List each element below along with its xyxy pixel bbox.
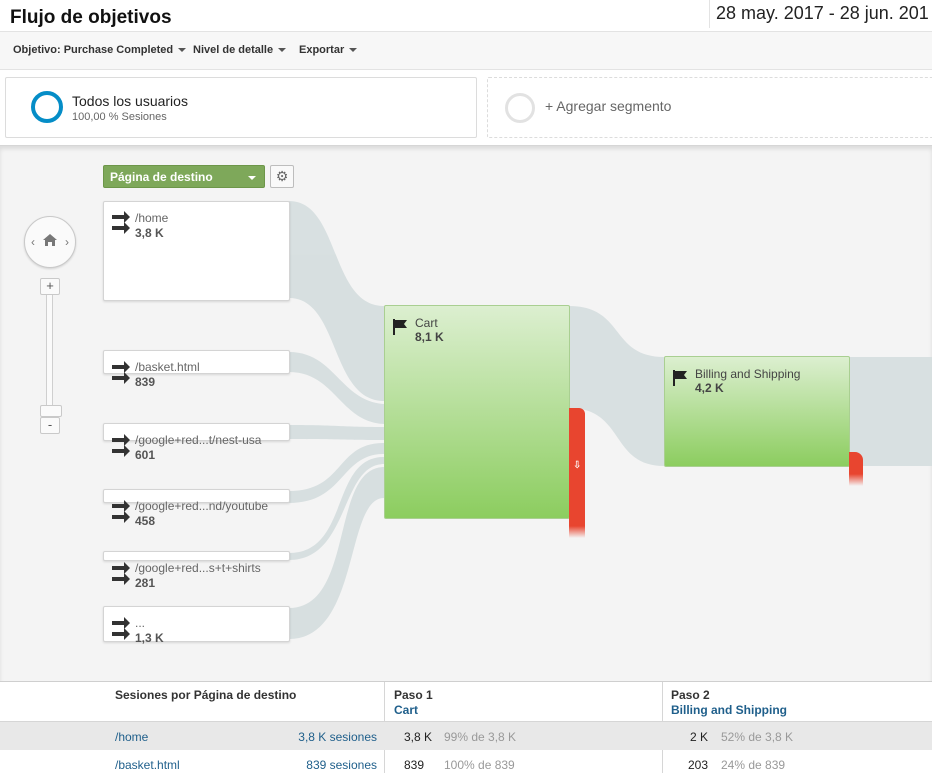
pan-control: ‹ ›: [24, 216, 76, 268]
row-page-link[interactable]: /home: [115, 730, 148, 744]
goal-selector[interactable]: Objetivo: Purchase Completed: [13, 44, 187, 56]
exit-arrow-icon: ⇩: [573, 460, 582, 471]
table-header-dimension: Sesiones por Página de destino: [106, 682, 296, 722]
entrance-arrow-icon: [112, 361, 130, 384]
toolbar: Objetivo: Purchase Completed Nivel de de…: [0, 31, 932, 70]
entrance-arrow-icon: [112, 617, 130, 640]
row-step1-value: 3,8 K: [404, 730, 433, 744]
page-title: Flujo de objetivos: [10, 7, 172, 28]
source-label: /google+red...nd/youtube: [135, 499, 269, 513]
table-header-step1: Paso 1 Cart: [385, 682, 433, 722]
empty-segment-ring-icon: [505, 93, 535, 123]
row-page-link[interactable]: /basket.html: [115, 758, 180, 772]
table-row[interactable]: /home 3,8 K sesiones 3,8 K 99% de 3,8 K …: [0, 721, 932, 750]
header-step-name: Billing and Shipping: [671, 703, 787, 717]
step-node-cart[interactable]: Cart 8,1 K: [384, 305, 570, 519]
chevron-down-icon: [349, 48, 358, 53]
date-range-picker[interactable]: 28 may. 2017 - 28 jun. 201: [709, 0, 932, 28]
table-header-step2: Paso 2 Billing and Shipping: [662, 682, 787, 722]
step-value: 4,2 K: [695, 381, 724, 395]
source-value: 839: [135, 375, 156, 389]
row-step2-pct: 52% de 3,8 K: [721, 730, 794, 744]
source-node[interactable]: /google+red...nd/youtube 458: [103, 489, 290, 528]
dimension-selector[interactable]: Página de destino: [103, 165, 265, 188]
step-label: Cart: [415, 316, 438, 330]
chevron-down-icon: [278, 48, 287, 53]
header-label: Paso 2: [671, 688, 710, 702]
add-segment-label: + Agregar segmento: [545, 98, 672, 114]
flow-link-nest-cart: [289, 425, 384, 440]
row-step2-value: 203: [687, 758, 708, 772]
dimension-label: Página de destino: [110, 170, 213, 184]
zoom-slider-handle[interactable]: [40, 405, 62, 417]
zoom-out-button[interactable]: -: [40, 417, 60, 434]
source-node[interactable]: /basket.html 839: [103, 350, 290, 389]
source-value: 1,3 K: [135, 631, 164, 645]
row-sessions[interactable]: 839 sesiones: [306, 758, 377, 772]
source-label: /basket.html: [135, 360, 200, 374]
goal-selector-label: Objetivo: Purchase Completed: [13, 44, 174, 56]
home-icon[interactable]: [42, 232, 58, 248]
row-sessions[interactable]: 3,8 K sesiones: [298, 730, 377, 744]
source-value: 3,8 K: [135, 226, 164, 240]
source-label: /google+red...t/nest-usa: [135, 433, 262, 447]
segment-bar: Todos los usuarios 100,00 % Sesiones + A…: [0, 70, 932, 146]
settings-button[interactable]: ⚙: [270, 165, 294, 188]
step-node-billing[interactable]: Billing and Shipping 4,2 K: [664, 356, 850, 467]
exit-fade: [569, 526, 585, 538]
entrance-arrow-icon: [112, 562, 130, 585]
entrance-arrow-icon: [112, 500, 130, 523]
table-row[interactable]: /basket.html 839 sesiones 839 100% de 83…: [0, 750, 932, 773]
pan-left-icon[interactable]: ‹: [31, 235, 35, 249]
header-label: Paso 1: [394, 688, 433, 702]
chevron-down-icon: [178, 48, 187, 53]
source-value: 281: [135, 576, 156, 590]
source-node[interactable]: /home 3,8 K: [103, 201, 290, 301]
pan-right-icon[interactable]: ›: [65, 235, 69, 249]
row-step2-pct: 24% de 839: [721, 758, 786, 772]
gear-icon: ⚙: [275, 168, 289, 184]
flow-link-billing-next: [849, 357, 932, 466]
source-value: 458: [135, 514, 156, 528]
source-value: 601: [135, 448, 156, 462]
header-label: Sesiones por Página de destino: [115, 688, 297, 702]
source-label: ...: [135, 616, 146, 630]
entrance-arrow-icon: [112, 434, 130, 457]
export-label: Exportar: [299, 44, 345, 56]
detail-level-menu[interactable]: Nivel de detalle: [193, 44, 287, 56]
source-node[interactable]: ... 1,3 K: [103, 606, 290, 645]
segment-percentage: 100,00 % Sesiones: [72, 111, 167, 123]
header-step-name: Cart: [394, 703, 419, 717]
segment-all-users[interactable]: Todos los usuarios 100,00 % Sesiones: [5, 77, 477, 138]
row-step1-pct: 99% de 3,8 K: [444, 730, 517, 744]
flow-table: Sesiones por Página de destino Paso 1 Ca…: [0, 681, 932, 773]
export-menu[interactable]: Exportar: [299, 44, 358, 56]
source-node[interactable]: /google+red...t/nest-usa 601: [103, 423, 290, 462]
goal-flag-icon: [673, 370, 687, 386]
segment-name: Todos los usuarios: [72, 93, 188, 109]
add-segment-button[interactable]: + Agregar segmento: [487, 77, 932, 138]
source-node[interactable]: /google+red...s+t+shirts 281: [103, 551, 290, 590]
segment-ring-icon: [31, 91, 63, 123]
goal-flag-icon: [393, 319, 407, 335]
source-label: /home: [135, 211, 169, 225]
exit-fade: [849, 474, 863, 486]
goal-flow-canvas[interactable]: Página de destino ⚙ ‹ › + - /home 3,8 K …: [0, 145, 932, 682]
entrance-arrow-icon: [112, 211, 130, 234]
exit-bar-billing[interactable]: [849, 452, 863, 474]
source-label: /google+red...s+t+shirts: [135, 561, 261, 575]
chevron-down-icon: [248, 176, 256, 180]
row-step1-value: 839: [404, 758, 425, 772]
step-value: 8,1 K: [415, 330, 444, 344]
step-label: Billing and Shipping: [695, 367, 801, 381]
row-step2-value: 2 K: [689, 730, 708, 744]
detail-level-label: Nivel de detalle: [193, 44, 274, 56]
row-step1-pct: 100% de 839: [444, 758, 515, 772]
zoom-in-button[interactable]: +: [40, 278, 60, 295]
exit-bar-cart[interactable]: ⇩: [569, 408, 585, 526]
